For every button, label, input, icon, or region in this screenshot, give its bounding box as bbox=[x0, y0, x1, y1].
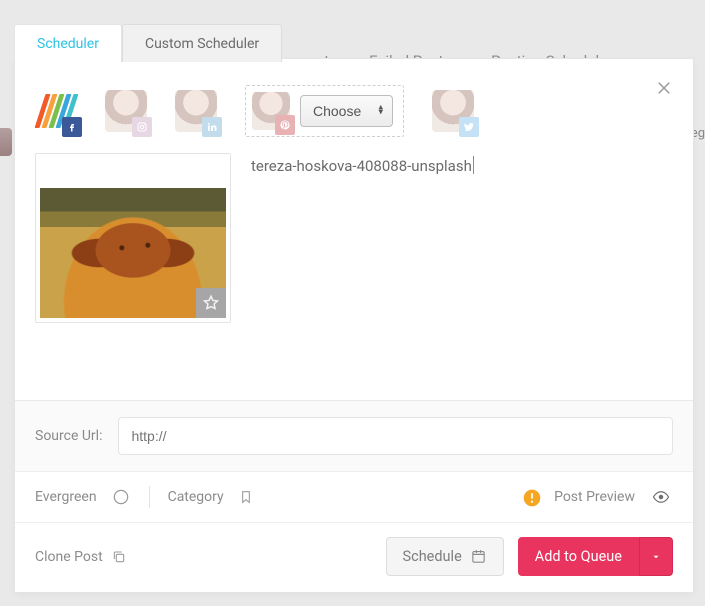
footer-row: Clone Post Schedule Add to Queue bbox=[15, 522, 693, 592]
account-pinterest[interactable] bbox=[252, 92, 290, 130]
tab-custom-scheduler[interactable]: Custom Scheduler bbox=[122, 24, 282, 62]
instagram-icon bbox=[132, 117, 152, 137]
add-to-queue-button[interactable]: Add to Queue bbox=[518, 537, 639, 576]
board-select[interactable]: Choose bbox=[300, 95, 393, 127]
facebook-icon bbox=[62, 117, 82, 137]
attached-image-card[interactable] bbox=[35, 153, 231, 323]
text-cursor bbox=[473, 156, 474, 174]
schedule-button[interactable]: Schedule bbox=[386, 537, 504, 576]
divider bbox=[149, 486, 150, 508]
post-preview-label: Post Preview bbox=[554, 489, 635, 505]
caret-down-icon bbox=[651, 552, 661, 562]
account-linkedin[interactable] bbox=[175, 90, 217, 132]
tabset: Scheduler Custom Scheduler bbox=[14, 24, 282, 62]
queue-button-group: Add to Queue bbox=[518, 537, 673, 576]
close-icon[interactable] bbox=[655, 79, 675, 99]
copy-icon bbox=[111, 549, 127, 565]
eye-icon[interactable] bbox=[649, 488, 673, 506]
clone-post-label: Clone Post bbox=[35, 549, 103, 565]
queue-dropdown-button[interactable] bbox=[639, 537, 673, 576]
bg-avatar bbox=[0, 128, 12, 156]
star-icon[interactable] bbox=[196, 288, 226, 318]
pinterest-board-selector: Choose ▴▾ bbox=[245, 85, 404, 137]
accounts-row: Choose ▴▾ bbox=[15, 59, 693, 143]
bookmark-icon[interactable] bbox=[238, 488, 254, 506]
compose-modal: Choose ▴▾ tereza-hoskova-408088-unsplash bbox=[14, 58, 694, 593]
clone-post-button[interactable]: Clone Post bbox=[35, 549, 127, 565]
schedule-label: Schedule bbox=[403, 548, 462, 565]
caption-text: tereza-hoskova-408088-unsplash bbox=[251, 157, 472, 175]
source-url-row: Source Url: bbox=[15, 400, 693, 471]
source-url-label: Source Url: bbox=[35, 428, 102, 444]
account-instagram[interactable] bbox=[105, 90, 147, 132]
pinterest-icon bbox=[275, 115, 295, 135]
account-facebook[interactable] bbox=[35, 90, 77, 132]
evergreen-label: Evergreen bbox=[35, 489, 97, 505]
content-row: tereza-hoskova-408088-unsplash bbox=[15, 143, 693, 339]
linkedin-icon bbox=[202, 117, 222, 137]
twitter-icon bbox=[459, 117, 479, 137]
options-row: Evergreen Category Post Preview bbox=[15, 471, 693, 522]
calendar-icon bbox=[470, 548, 487, 565]
queue-label: Add to Queue bbox=[535, 548, 622, 565]
evergreen-toggle[interactable] bbox=[111, 487, 131, 507]
category-label: Category bbox=[168, 489, 224, 505]
account-twitter[interactable] bbox=[432, 90, 474, 132]
caption-input[interactable]: tereza-hoskova-408088-unsplash bbox=[251, 153, 673, 323]
source-url-input[interactable] bbox=[118, 417, 673, 455]
tab-scheduler[interactable]: Scheduler bbox=[14, 24, 122, 62]
alert-icon bbox=[522, 488, 540, 506]
